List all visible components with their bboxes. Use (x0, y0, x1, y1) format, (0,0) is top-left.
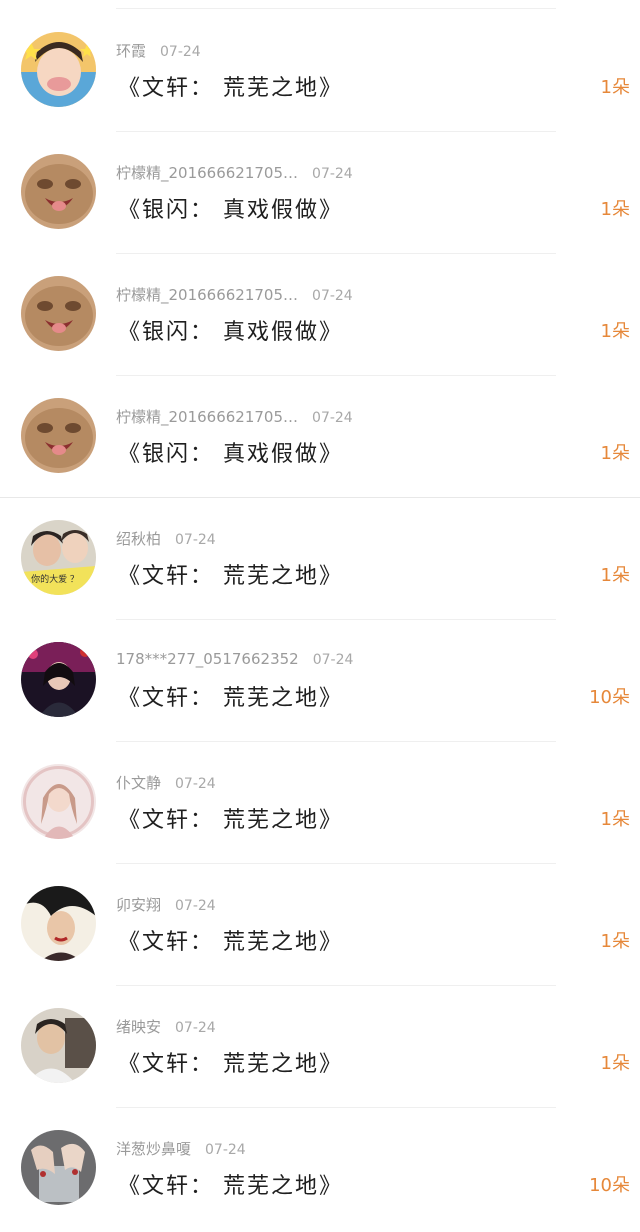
entry-meta: 柠檬精_201666621705… 07-24 (116, 406, 353, 427)
gift-title: 《银闪： 真戏假做》 (118, 320, 343, 345)
username[interactable]: 仆文静 (116, 774, 161, 792)
avatar[interactable] (21, 764, 96, 839)
gift-count: 1朵 (600, 77, 630, 98)
gift-count: 1朵 (600, 443, 630, 464)
username[interactable]: 环霞 (116, 42, 146, 60)
list-item[interactable]: 178***277_0517662352 07-24 《文轩： 荒芜之地》 10朵 (0, 620, 640, 742)
list-item[interactable]: 卯安翔 07-24 《文轩： 荒芜之地》 1朵 (0, 864, 640, 986)
entry-date: 07-24 (175, 1020, 216, 1036)
username[interactable]: 柠檬精_201666621705… (116, 408, 298, 426)
entry-date: 07-24 (312, 652, 354, 668)
list-item[interactable]: 环霞 07-24 《文轩： 荒芜之地》 1朵 (0, 10, 640, 132)
list-item[interactable]: 绪映安 07-24 《文轩： 荒芜之地》 1朵 (0, 986, 640, 1108)
username[interactable]: 柠檬精_201666621705… (116, 164, 298, 182)
list-item[interactable]: 你的大爱 ？ 绍秋柏 07-24 《文轩： 荒芜之地》 1朵 (0, 498, 640, 620)
entry-date: 07-24 (175, 898, 216, 914)
entry-meta: 柠檬精_201666621705… 07-24 (116, 162, 353, 183)
avatar[interactable] (21, 1130, 96, 1205)
gift-count: 10朵 (589, 1175, 630, 1196)
gift-title: 《文轩： 荒芜之地》 (118, 808, 343, 833)
entry-meta: 绪映安 07-24 (116, 1016, 216, 1037)
entry-date: 07-24 (312, 410, 353, 426)
username[interactable]: 绍秋柏 (116, 530, 161, 548)
avatar[interactable] (21, 1008, 96, 1083)
list-item[interactable]: 柠檬精_201666621705… 07-24 《银闪： 真戏假做》 1朵 (0, 254, 640, 376)
gift-count: 1朵 (600, 565, 630, 586)
avatar[interactable] (21, 642, 96, 717)
gift-count: 1朵 (600, 931, 630, 952)
gift-record-list: 环霞 07-24 《文轩： 荒芜之地》 1朵 柠檬精_201666621705… 0… (0, 10, 640, 1230)
entry-meta: 柠檬精_201666621705… 07-24 (116, 284, 353, 305)
entry-meta: 178***277_0517662352 07-24 (116, 650, 353, 668)
list-item[interactable]: 柠檬精_201666621705… 07-24 《银闪： 真戏假做》 1朵 (0, 376, 640, 498)
gift-count: 1朵 (600, 1053, 630, 1074)
entry-date: 07-24 (175, 532, 216, 548)
entry-meta: 绍秋柏 07-24 (116, 528, 216, 549)
gift-count: 1朵 (600, 199, 630, 220)
entry-date: 07-24 (312, 166, 353, 182)
gift-title: 《文轩： 荒芜之地》 (118, 76, 343, 101)
gift-count: 10朵 (589, 687, 630, 708)
gift-title: 《文轩： 荒芜之地》 (118, 564, 343, 589)
avatar[interactable]: 你的大爱 ？ (21, 520, 96, 595)
gift-count: 1朵 (600, 809, 630, 830)
avatar[interactable] (21, 32, 96, 107)
username[interactable]: 洋葱炒鼻嗄 (116, 1140, 191, 1158)
entry-date: 07-24 (205, 1142, 246, 1158)
entry-meta: 卯安翔 07-24 (116, 894, 216, 915)
entry-meta: 仆文静 07-24 (116, 772, 216, 793)
entry-date: 07-24 (312, 288, 353, 304)
list-item[interactable]: 仆文静 07-24 《文轩： 荒芜之地》 1朵 (0, 742, 640, 864)
username[interactable]: 卯安翔 (116, 896, 161, 914)
entry-meta: 洋葱炒鼻嗄 07-24 (116, 1138, 246, 1159)
avatar-caption: 你的大爱 ？ (31, 573, 79, 585)
entry-meta: 环霞 07-24 (116, 40, 201, 61)
gift-count: 1朵 (600, 321, 630, 342)
username[interactable]: 绪映安 (116, 1018, 161, 1036)
avatar[interactable] (21, 886, 96, 961)
avatar[interactable] (21, 398, 96, 473)
entry-date: 07-24 (175, 776, 216, 792)
gift-title: 《文轩： 荒芜之地》 (118, 686, 343, 711)
list-item[interactable]: 柠檬精_201666621705… 07-24 《银闪： 真戏假做》 1朵 (0, 132, 640, 254)
gift-title: 《银闪： 真戏假做》 (118, 198, 343, 223)
gift-title: 《文轩： 荒芜之地》 (118, 1052, 343, 1077)
gift-title: 《银闪： 真戏假做》 (118, 442, 343, 467)
avatar[interactable] (21, 154, 96, 229)
list-item[interactable]: 洋葱炒鼻嗄 07-24 《文轩： 荒芜之地》 10朵 (0, 1108, 640, 1230)
gift-title: 《文轩： 荒芜之地》 (118, 930, 343, 955)
gift-title: 《文轩： 荒芜之地》 (118, 1174, 343, 1199)
entry-date: 07-24 (160, 44, 201, 60)
username[interactable]: 柠檬精_201666621705… (116, 286, 298, 304)
avatar[interactable] (21, 276, 96, 351)
username[interactable]: 178***277_0517662352 (116, 650, 299, 668)
top-divider (116, 8, 556, 9)
